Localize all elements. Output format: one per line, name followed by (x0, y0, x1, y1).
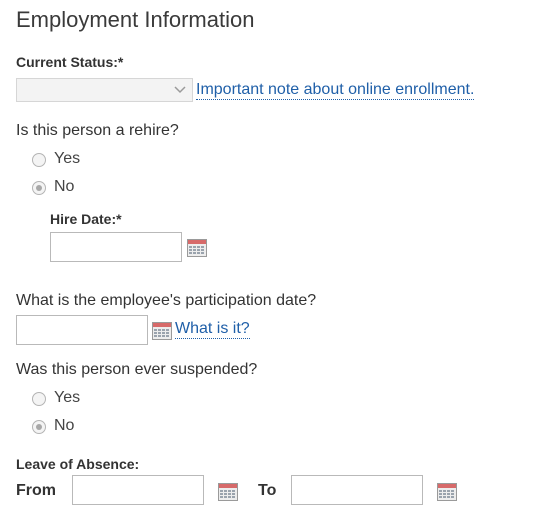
leave-of-absence-label: Leave of Absence: (16, 456, 140, 472)
calendar-icon[interactable] (152, 322, 172, 340)
leave-to-input[interactable] (291, 475, 423, 505)
from-label: From (16, 482, 56, 499)
calendar-icon[interactable] (437, 483, 457, 501)
enrollment-note-link[interactable]: Important note about online enrollment. (196, 81, 475, 100)
suspended-no-label: No (54, 417, 75, 434)
section-title: Employment Information (16, 7, 255, 32)
current-status-select[interactable] (16, 78, 193, 102)
calendar-icon[interactable] (218, 483, 238, 501)
current-status-label: Current Status:* (16, 54, 124, 70)
suspended-yes-radio[interactable] (32, 392, 46, 406)
rehire-yes-radio[interactable] (32, 153, 46, 167)
hire-date-input[interactable] (50, 232, 182, 262)
suspended-question: Was this person ever suspended? (16, 361, 258, 378)
leave-from-input[interactable] (72, 475, 204, 505)
what-is-it-link[interactable]: What is it? (175, 320, 250, 339)
suspended-yes-label: Yes (54, 389, 81, 406)
calendar-icon[interactable] (187, 239, 207, 257)
chevron-down-icon (174, 86, 186, 94)
rehire-no-label: No (54, 178, 75, 195)
rehire-question: Is this person a rehire? (16, 122, 179, 139)
hire-date-label: Hire Date:* (50, 211, 122, 227)
participation-date-input[interactable] (16, 315, 148, 345)
suspended-no-radio[interactable] (32, 420, 46, 434)
rehire-yes-label: Yes (54, 150, 81, 167)
rehire-no-radio[interactable] (32, 181, 46, 195)
participation-question: What is the employee's participation dat… (16, 292, 317, 309)
to-label: To (258, 482, 277, 499)
